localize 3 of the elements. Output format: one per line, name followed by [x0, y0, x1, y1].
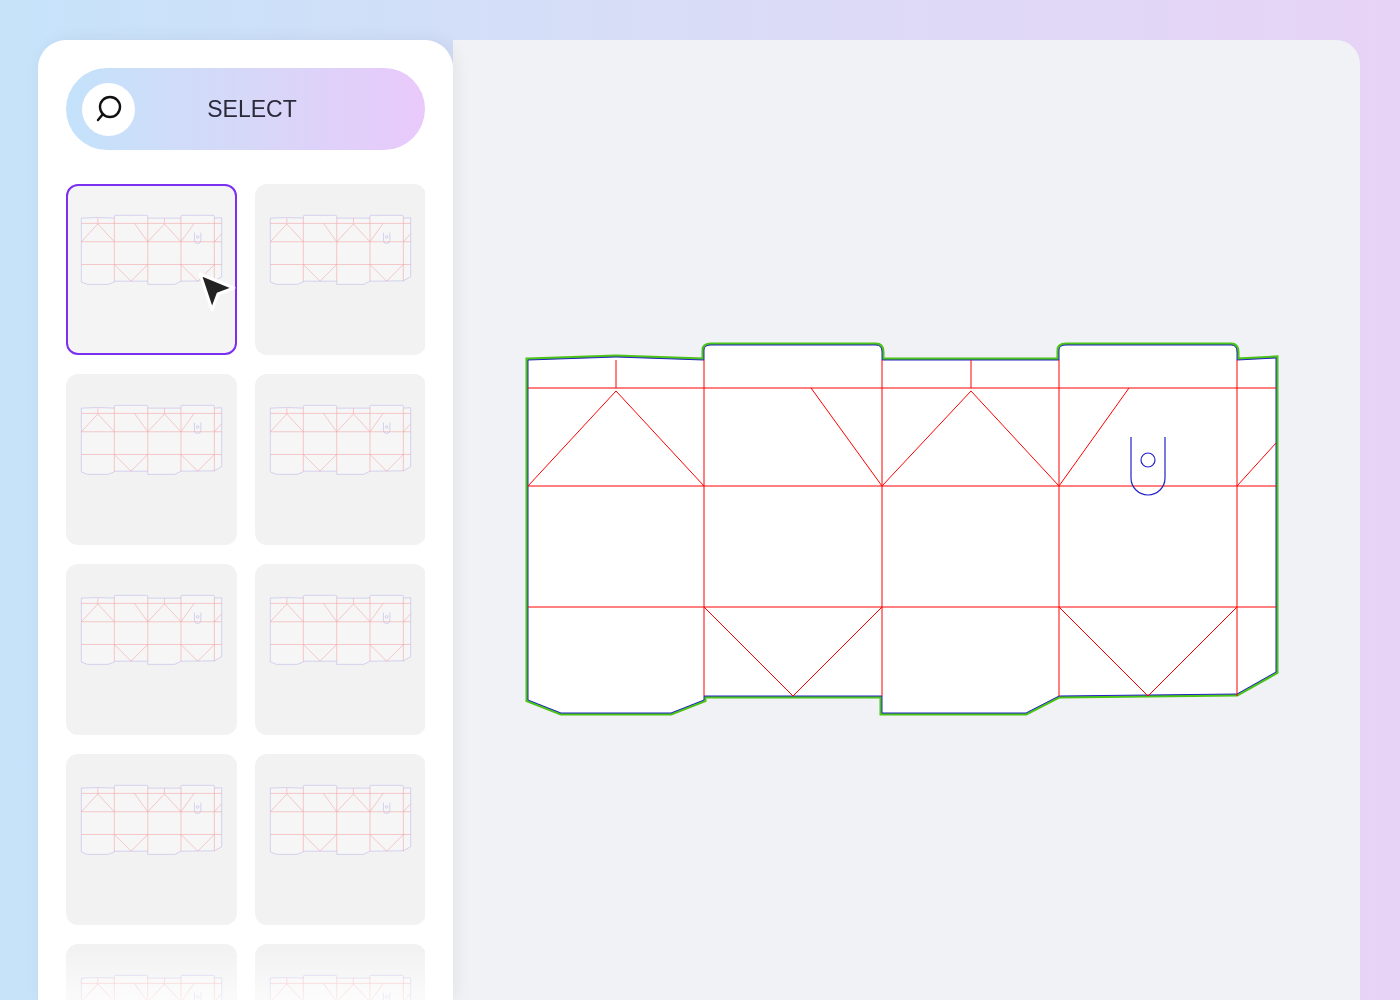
search-icon: [82, 82, 135, 136]
select-button[interactable]: SELECT: [66, 68, 425, 150]
template-card[interactable]: [66, 184, 237, 355]
